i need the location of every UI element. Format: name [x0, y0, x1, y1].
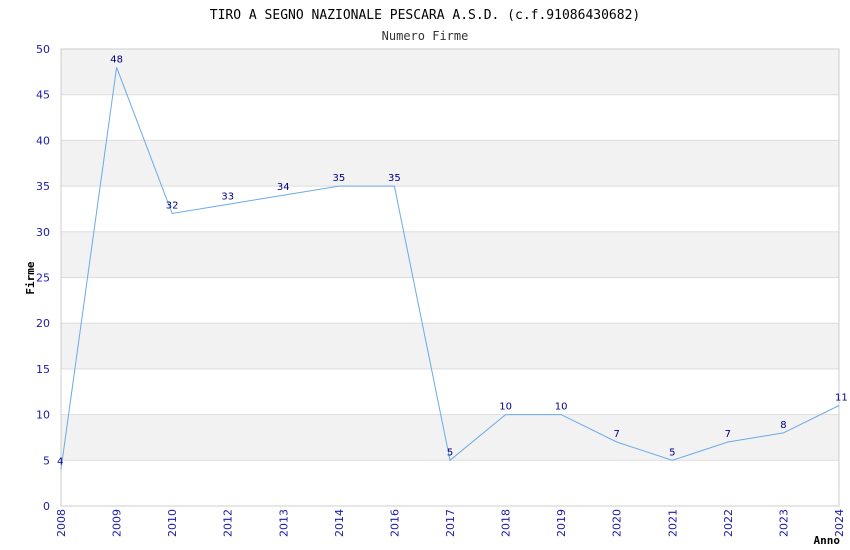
chart-subtitle: Numero Firme — [382, 29, 469, 43]
data-label: 48 — [110, 54, 123, 65]
y-tick-label: 15 — [36, 363, 50, 376]
x-axis-ticks: 2008 2009 2010 2012 2013 2014 2016 2017 2018 2019… — [55, 509, 846, 537]
y-tick-label: 30 — [36, 226, 50, 239]
y-tick-label: 0 — [43, 500, 50, 513]
plot-band — [61, 323, 839, 369]
y-tick-label: 10 — [36, 409, 50, 422]
x-tick-label: 2013 — [277, 509, 290, 537]
data-label: 34 — [277, 182, 290, 193]
x-tick-label: 2017 — [444, 509, 457, 537]
y-tick-label: 50 — [36, 43, 50, 56]
data-label: 35 — [388, 173, 401, 184]
data-label: 7 — [725, 429, 731, 440]
data-label: 33 — [221, 191, 234, 202]
y-tick-label: 40 — [36, 134, 50, 147]
y-axis-ticks: 0 5 10 15 20 25 30 35 40 45 50 — [36, 43, 50, 513]
plot-band — [61, 231, 839, 278]
data-label: 5 — [447, 447, 453, 458]
data-label: 35 — [332, 173, 345, 184]
x-tick-label: 2009 — [111, 509, 124, 537]
plot-bands — [61, 49, 839, 461]
x-tick-label: 2016 — [388, 509, 401, 537]
y-tick-label: 35 — [36, 180, 50, 193]
x-tick-label: 2010 — [166, 509, 179, 537]
plot-band — [61, 140, 839, 187]
x-tick-label: 2014 — [333, 509, 346, 537]
data-label: 7 — [614, 429, 620, 440]
x-axis-label: Anno — [814, 534, 841, 547]
x-tick-label: 2019 — [555, 509, 568, 537]
x-tick-label: 2024 — [833, 509, 846, 537]
data-label: 11 — [835, 392, 848, 403]
x-tick-label: 2012 — [222, 509, 235, 537]
data-label: 4 — [57, 456, 63, 467]
y-tick-label: 25 — [36, 272, 50, 285]
chart-title: TIRO A SEGNO NAZIONALE PESCARA A.S.D. (c… — [210, 8, 640, 23]
x-tick-label: 2023 — [777, 509, 790, 537]
plot-band — [61, 49, 839, 95]
x-tick-label: 2018 — [500, 509, 513, 537]
x-tick-label: 2020 — [611, 509, 624, 537]
data-label: 10 — [555, 402, 568, 413]
y-tick-label: 20 — [36, 317, 50, 330]
data-label: 10 — [499, 402, 512, 413]
y-axis-label: Firme — [24, 261, 37, 294]
line-chart: 05101520253035404550 2008 2009 2010 2012 201… — [24, 8, 848, 547]
x-tick-label: 2021 — [666, 509, 679, 537]
x-tick-label: 2008 — [55, 509, 68, 537]
data-label: 32 — [166, 201, 179, 212]
y-tick-label: 45 — [36, 89, 50, 102]
x-tick-label: 2022 — [722, 509, 735, 537]
data-label: 8 — [780, 420, 786, 431]
data-label: 5 — [669, 447, 675, 458]
y-tick-label: 5 — [43, 454, 50, 467]
